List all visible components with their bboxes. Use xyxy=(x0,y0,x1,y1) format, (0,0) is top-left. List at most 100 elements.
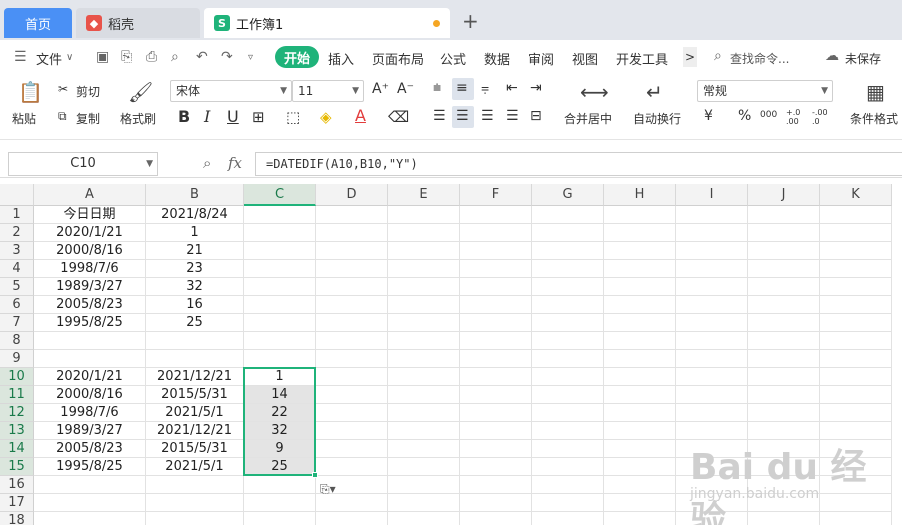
print-preview-icon[interactable]: ⌕ xyxy=(171,49,179,65)
row-header-9[interactable]: 9 xyxy=(0,350,34,368)
cell-j1[interactable] xyxy=(748,206,820,224)
cell-h11[interactable] xyxy=(604,386,676,404)
zoom-icon[interactable]: ⌕ xyxy=(203,154,211,172)
font-color-icon[interactable]: A xyxy=(355,106,366,125)
font-size-select[interactable]: 11 ▼ xyxy=(292,80,364,102)
eraser-icon[interactable]: ⌫ xyxy=(388,108,409,126)
paste-options-button[interactable]: ⎘▾ xyxy=(320,482,350,500)
cell-f16[interactable] xyxy=(460,476,532,494)
cell-d4[interactable] xyxy=(316,260,388,278)
cell-e7[interactable] xyxy=(388,314,460,332)
column-header-g[interactable]: G xyxy=(532,184,604,206)
cell-e17[interactable] xyxy=(388,494,460,512)
cell-h16[interactable] xyxy=(604,476,676,494)
cell-e14[interactable] xyxy=(388,440,460,458)
underline-button[interactable]: U xyxy=(227,107,239,126)
cell-b14[interactable]: 2015/5/31 xyxy=(146,440,244,458)
cell-e8[interactable] xyxy=(388,332,460,350)
cell-d18[interactable] xyxy=(316,512,388,525)
cell-e4[interactable] xyxy=(388,260,460,278)
cell-g1[interactable] xyxy=(532,206,604,224)
cell-g6[interactable] xyxy=(532,296,604,314)
cell-e15[interactable] xyxy=(388,458,460,476)
row-header-11[interactable]: 11 xyxy=(0,386,34,404)
cell-f3[interactable] xyxy=(460,242,532,260)
cell-i8[interactable] xyxy=(676,332,748,350)
cell-k3[interactable] xyxy=(820,242,892,260)
cell-j7[interactable] xyxy=(748,314,820,332)
cell-a4[interactable]: 1998/7/6 xyxy=(34,260,146,278)
cell-a12[interactable]: 1998/7/6 xyxy=(34,404,146,422)
cell-d8[interactable] xyxy=(316,332,388,350)
row-header-5[interactable]: 5 xyxy=(0,278,34,296)
column-header-d[interactable]: D xyxy=(316,184,388,206)
save-icon[interactable]: ▣ xyxy=(96,49,109,65)
tab-home[interactable]: 首页 xyxy=(4,8,72,38)
formula-input[interactable]: =DATEDIF(A10,B10,"Y") xyxy=(255,152,902,176)
cell-i5[interactable] xyxy=(676,278,748,296)
cell-f13[interactable] xyxy=(460,422,532,440)
cell-c14[interactable]: 9 xyxy=(244,440,316,458)
cell-b11[interactable]: 2015/5/31 xyxy=(146,386,244,404)
cell-i1[interactable] xyxy=(676,206,748,224)
cut-button[interactable]: 剪切 xyxy=(76,83,100,100)
row-header-12[interactable]: 12 xyxy=(0,404,34,422)
cell-h5[interactable] xyxy=(604,278,676,296)
cell-g14[interactable] xyxy=(532,440,604,458)
undo-icon[interactable]: ↶ xyxy=(196,49,208,65)
customize-icon[interactable]: ▿ xyxy=(248,52,253,63)
thousands-button[interactable]: 000 xyxy=(760,110,777,120)
row-header-4[interactable]: 4 xyxy=(0,260,34,278)
align-left-icon[interactable]: ☰ xyxy=(433,108,446,124)
menu-file[interactable]: 文件 xyxy=(36,49,62,68)
cell-b8[interactable] xyxy=(146,332,244,350)
cell-k12[interactable] xyxy=(820,404,892,422)
cell-f17[interactable] xyxy=(460,494,532,512)
format-painter-button[interactable]: 格式刷 xyxy=(120,110,156,127)
cell-j12[interactable] xyxy=(748,404,820,422)
cell-b1[interactable]: 2021/8/24 xyxy=(146,206,244,224)
cell-b17[interactable] xyxy=(146,494,244,512)
cell-f4[interactable] xyxy=(460,260,532,278)
cell-a1[interactable]: 今日日期 xyxy=(34,206,146,224)
cell-j10[interactable] xyxy=(748,368,820,386)
cell-a11[interactable]: 2000/8/16 xyxy=(34,386,146,404)
cell-f8[interactable] xyxy=(460,332,532,350)
cell-h7[interactable] xyxy=(604,314,676,332)
cell-g9[interactable] xyxy=(532,350,604,368)
copy-icon[interactable]: ⧉ xyxy=(58,109,67,124)
scissors-icon[interactable]: ✂ xyxy=(58,82,68,96)
increase-decimal-button[interactable]: +.0 .00 xyxy=(786,108,806,126)
menu-developer[interactable]: 开发工具 xyxy=(616,49,668,68)
cell-f11[interactable] xyxy=(460,386,532,404)
cell-c16[interactable] xyxy=(244,476,316,494)
menu-formulas[interactable]: 公式 xyxy=(440,49,466,68)
cell-i4[interactable] xyxy=(676,260,748,278)
cell-d3[interactable] xyxy=(316,242,388,260)
italic-button[interactable]: I xyxy=(204,107,210,126)
cell-b18[interactable] xyxy=(146,512,244,525)
cell-a3[interactable]: 2000/8/16 xyxy=(34,242,146,260)
cell-h10[interactable] xyxy=(604,368,676,386)
cell-g8[interactable] xyxy=(532,332,604,350)
menu-page-layout[interactable]: 页面布局 xyxy=(372,49,424,68)
row-header-17[interactable]: 17 xyxy=(0,494,34,512)
cell-d5[interactable] xyxy=(316,278,388,296)
paste-button[interactable]: 粘贴 xyxy=(12,110,36,127)
conditional-format-button[interactable]: 条件格式 xyxy=(850,110,898,127)
percent-button[interactable]: % xyxy=(738,108,751,124)
cell-b9[interactable] xyxy=(146,350,244,368)
fill-color-icon[interactable]: ◈ xyxy=(320,108,332,126)
chevron-down-icon[interactable]: ∨ xyxy=(66,52,73,63)
increase-font-button[interactable]: A⁺ xyxy=(372,81,389,97)
cell-k4[interactable] xyxy=(820,260,892,278)
cell-i10[interactable] xyxy=(676,368,748,386)
cell-k8[interactable] xyxy=(820,332,892,350)
currency-button[interactable]: ¥ xyxy=(704,108,713,124)
cell-k11[interactable] xyxy=(820,386,892,404)
cell-d2[interactable] xyxy=(316,224,388,242)
align-center-icon[interactable]: ☰ xyxy=(456,108,469,124)
cell-b5[interactable]: 32 xyxy=(146,278,244,296)
cell-d14[interactable] xyxy=(316,440,388,458)
cell-e6[interactable] xyxy=(388,296,460,314)
